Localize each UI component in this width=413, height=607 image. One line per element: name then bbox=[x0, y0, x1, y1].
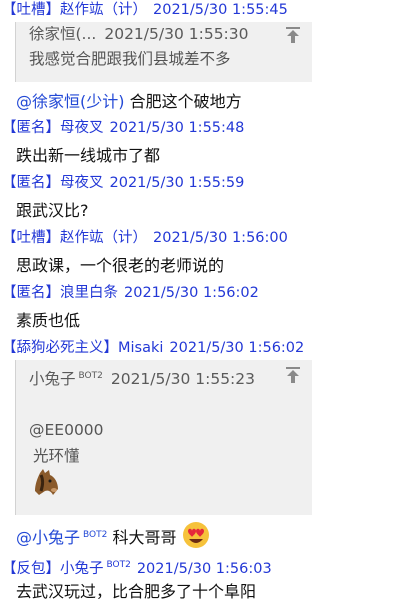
quoted-message: 徐家恒(... 2021/5/30 1:55:30 我感觉合肥跟我们县城差不多 bbox=[15, 22, 312, 82]
message-tag: 【匿名】 bbox=[2, 120, 60, 136]
message-body: 素质也低 bbox=[16, 311, 81, 330]
message-user[interactable]: Misaki bbox=[118, 340, 163, 356]
message-tag: 【舔狗必死主义】 bbox=[2, 340, 118, 356]
message-tag: 【吐槽】 bbox=[2, 2, 60, 18]
bot-badge: BOT2 bbox=[106, 560, 131, 570]
quote-text: 我感觉合肥跟我们县城差不多 bbox=[29, 50, 231, 68]
message-header: 【反包】小兔子 BOT2 2021/5/30 1:56:03 bbox=[2, 555, 272, 577]
message-time: 2021/5/30 1:56:00 bbox=[153, 230, 288, 246]
message-time: 2021/5/30 1:55:48 bbox=[109, 120, 245, 136]
message-body: 跟武汉比? bbox=[16, 201, 89, 220]
quote-text: 光环懂 bbox=[33, 447, 80, 465]
quote-user: 徐家恒(... bbox=[29, 25, 97, 43]
message-user[interactable]: 小兔子 bbox=[60, 561, 104, 577]
scroll-to-quote-icon[interactable] bbox=[284, 26, 302, 44]
quote-header: 徐家恒(... 2021/5/30 1:55:30 bbox=[29, 24, 249, 44]
quote-text: @EE0000 bbox=[29, 421, 104, 439]
mention-link[interactable]: @徐家恒(少计) bbox=[16, 92, 125, 111]
quote-time: 2021/5/30 1:55:23 bbox=[110, 370, 255, 388]
message-user[interactable]: 浪里白条 bbox=[60, 285, 118, 301]
message-user[interactable]: 赵作竑（计） bbox=[60, 2, 147, 18]
message-time: 2021/5/30 1:56:02 bbox=[124, 285, 259, 301]
message-body: 去武汉玩过，比合肥多了十个阜阳 bbox=[16, 582, 257, 601]
reply-text: 科大哥哥 bbox=[112, 528, 177, 547]
quoted-message: 小兔子 BOT2 2021/5/30 1:55:23 @EE0000 光环懂 bbox=[15, 360, 312, 515]
message-body: @徐家恒(少计) 合肥这个破地方 bbox=[16, 90, 242, 114]
reply-text: 合肥这个破地方 bbox=[124, 92, 242, 111]
bot-badge: BOT2 bbox=[78, 371, 103, 381]
message-tag: 【反包】 bbox=[2, 561, 60, 577]
message-body: 跌出新一线城市了都 bbox=[16, 146, 161, 165]
message-body: 思政课，一个很老的老师说的 bbox=[16, 256, 225, 275]
quote-time: 2021/5/30 1:55:30 bbox=[104, 25, 249, 43]
heart-eyes-emoji-icon bbox=[183, 522, 210, 548]
horse-face-icon bbox=[35, 469, 58, 495]
message-header: 【吐槽】赵作竑（计） 2021/5/30 1:55:45 bbox=[2, 0, 288, 20]
message-header: 【舔狗必死主义】Misaki 2021/5/30 1:56:02 bbox=[2, 338, 304, 358]
message-time: 2021/5/30 1:55:59 bbox=[109, 175, 245, 191]
message-time: 2021/5/30 1:56:02 bbox=[169, 340, 305, 356]
message-header: 【匿名】母夜叉 2021/5/30 1:55:59 bbox=[2, 173, 244, 193]
message-user[interactable]: 赵作竑（计） bbox=[60, 230, 147, 246]
quote-user: 小兔子 bbox=[29, 370, 76, 388]
message-tag: 【匿名】 bbox=[2, 175, 60, 191]
message-user[interactable]: 母夜叉 bbox=[60, 120, 104, 136]
message-tag: 【匿名】 bbox=[2, 285, 60, 301]
message-tag: 【吐槽】 bbox=[2, 230, 60, 246]
message-time: 2021/5/30 1:56:03 bbox=[136, 561, 272, 577]
quote-header: 小兔子 BOT2 2021/5/30 1:55:23 bbox=[29, 366, 255, 388]
mention-link[interactable]: @小兔子 BOT2 bbox=[16, 528, 107, 547]
message-body: @小兔子 BOT2 科大哥哥 bbox=[16, 521, 210, 548]
message-header: 【匿名】浪里白条 2021/5/30 1:56:02 bbox=[2, 283, 259, 303]
message-time: 2021/5/30 1:55:45 bbox=[153, 2, 288, 18]
message-header: 【匿名】母夜叉 2021/5/30 1:55:48 bbox=[2, 118, 244, 138]
message-header: 【吐槽】赵作竑（计） 2021/5/30 1:56:00 bbox=[2, 228, 288, 248]
bot-badge: BOT2 bbox=[83, 530, 108, 540]
scroll-to-quote-icon[interactable] bbox=[284, 366, 302, 384]
message-user[interactable]: 母夜叉 bbox=[60, 175, 104, 191]
